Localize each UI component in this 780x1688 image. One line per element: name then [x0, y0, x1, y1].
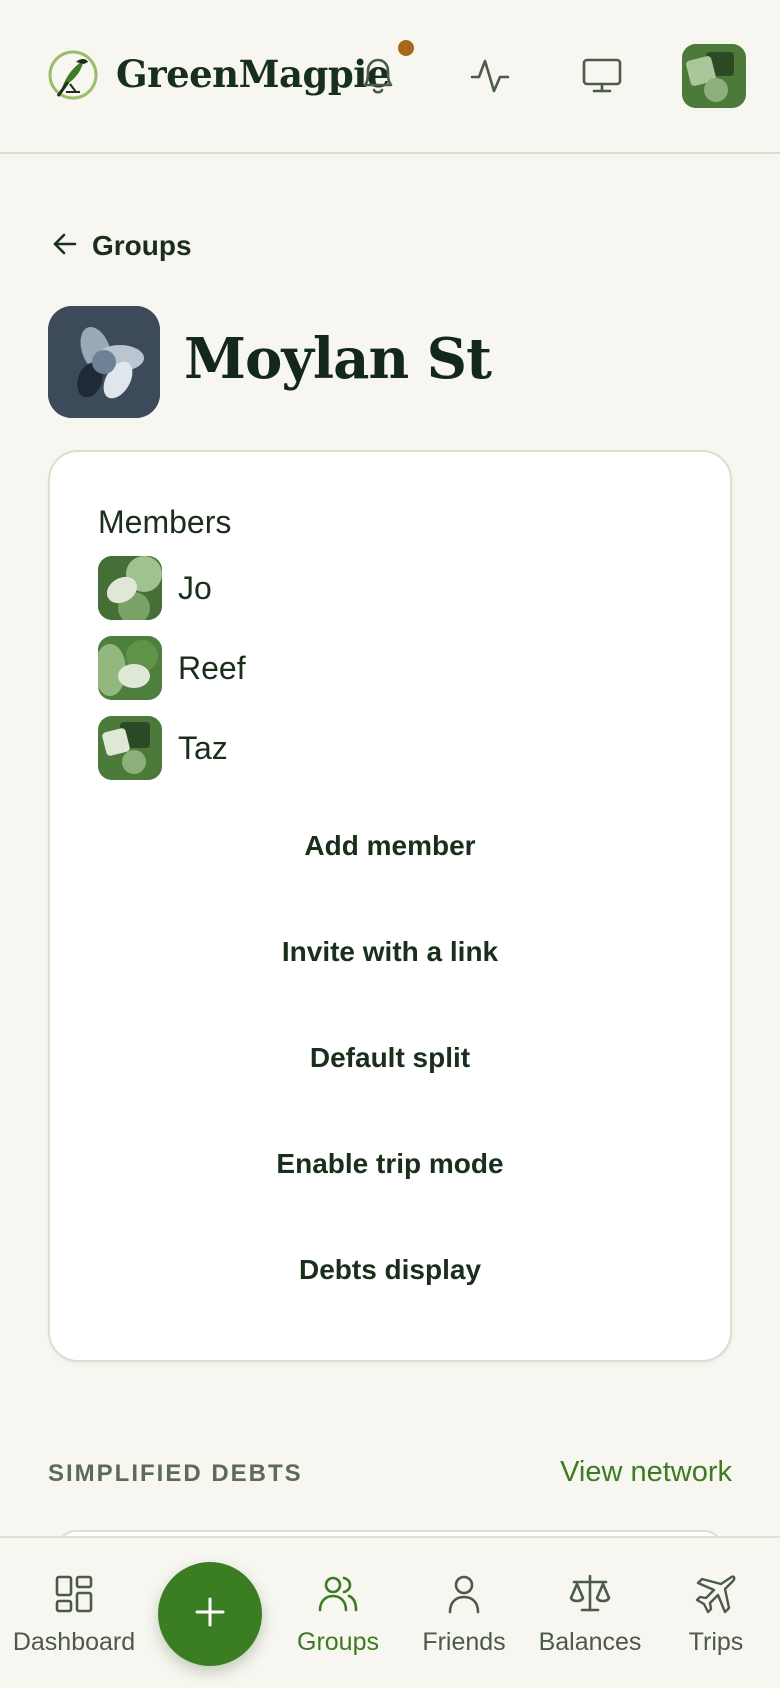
default-split-button[interactable]: Default split: [50, 1042, 730, 1074]
notification-dot: [398, 40, 414, 56]
add-expense-button[interactable]: [158, 1562, 262, 1666]
member-name: Jo: [178, 569, 212, 606]
app-name[interactable]: GreenMagpie: [116, 52, 390, 96]
plane-icon: [694, 1572, 738, 1616]
top-bar: GreenMagpie: [0, 0, 780, 154]
group-name: Moylan St: [184, 326, 492, 392]
nav-groups[interactable]: Groups: [288, 1538, 388, 1688]
group-avatar: [48, 306, 160, 418]
nav-trips-label: Trips: [688, 1628, 744, 1656]
invite-link-button[interactable]: Invite with a link: [50, 936, 730, 968]
activity-icon[interactable]: [462, 48, 518, 104]
dashboard-icon: [52, 1572, 96, 1616]
member-avatar: [98, 556, 162, 620]
member-avatar: [98, 636, 162, 700]
bell-icon[interactable]: [350, 48, 406, 104]
back-to-groups-link[interactable]: Groups: [52, 230, 192, 262]
nav-balances-label: Balances: [538, 1628, 642, 1656]
member-avatar: [98, 716, 162, 780]
arrow-left-icon: [52, 231, 78, 262]
user-icon: [442, 1572, 486, 1616]
user-avatar[interactable]: [682, 44, 746, 108]
nav-dashboard-label: Dashboard: [12, 1628, 136, 1656]
nav-trips[interactable]: Trips: [666, 1538, 766, 1688]
back-label: Groups: [92, 230, 192, 261]
add-member-button[interactable]: Add member: [50, 830, 730, 862]
view-network-link[interactable]: View network: [560, 1456, 732, 1489]
enable-trip-mode-button[interactable]: Enable trip mode: [50, 1148, 730, 1180]
users-icon: [316, 1572, 360, 1616]
member-name: Reef: [178, 649, 246, 686]
member-item[interactable]: Taz: [98, 716, 228, 780]
bottom-nav: Dashboard Groups Friends Balances Trips: [0, 1536, 780, 1688]
monitor-icon[interactable]: [574, 48, 630, 104]
nav-friends-label: Friends: [422, 1628, 506, 1656]
group-settings-card: Members Jo Reef Taz Add member Invite wi…: [48, 450, 732, 1362]
members-heading: Members: [98, 504, 232, 540]
member-item[interactable]: Reef: [98, 636, 246, 700]
simplified-debts-heading: SIMPLIFIED DEBTS: [48, 1460, 303, 1487]
debts-display-button[interactable]: Debts display: [50, 1254, 730, 1286]
nav-groups-label: Groups: [297, 1628, 379, 1656]
nav-friends[interactable]: Friends: [414, 1538, 514, 1688]
plus-icon: [194, 1596, 226, 1633]
member-name: Taz: [178, 729, 228, 766]
member-item[interactable]: Jo: [98, 556, 212, 620]
nav-balances[interactable]: Balances: [534, 1538, 646, 1688]
scale-icon: [568, 1572, 612, 1616]
magpie-logo-icon: [48, 48, 98, 102]
nav-dashboard[interactable]: Dashboard: [0, 1538, 148, 1688]
